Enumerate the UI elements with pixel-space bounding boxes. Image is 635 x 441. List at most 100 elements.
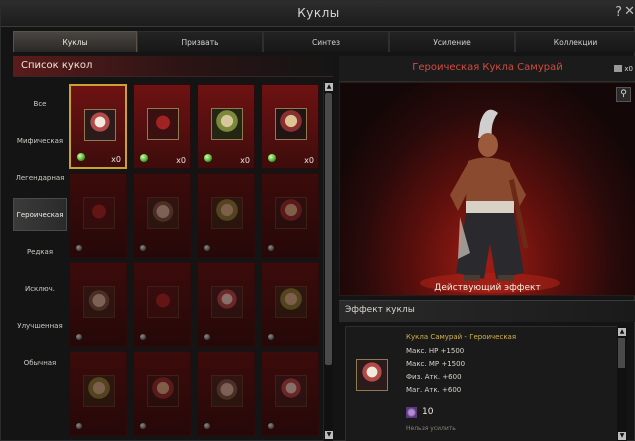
doll-list-header: Список кукол <box>13 56 333 77</box>
doll-portrait <box>147 375 179 407</box>
category-exclusive[interactable]: Исключ. <box>13 272 67 305</box>
gem-icon <box>268 423 274 429</box>
doll-preview: ⚲ Действующий эффект <box>339 82 635 296</box>
doll-portrait <box>275 375 307 407</box>
magnifier-icon[interactable]: ⚲ <box>616 87 631 102</box>
category-rare[interactable]: Редкая <box>13 235 67 268</box>
category-all[interactable]: Все <box>13 87 67 120</box>
gem-icon <box>76 245 82 251</box>
stat-line: Физ. Атк. +600 <box>406 373 462 381</box>
doll-portrait <box>211 197 243 229</box>
doll-detail-panel: Героическая Кукла Самурай x0 ⚲ Действующ… <box>339 56 635 441</box>
stat-line: Макс. MP +1500 <box>406 360 466 368</box>
category-legendary[interactable]: Легендарная <box>13 161 67 194</box>
owned-count: x0 <box>614 65 633 73</box>
doll-portrait <box>211 375 243 407</box>
category-list: Все Мифическая Легендарная Героическая Р… <box>13 87 67 383</box>
gem-icon <box>204 154 212 162</box>
doll-portrait <box>147 286 179 318</box>
owned-count-value: x0 <box>624 65 633 73</box>
doll-list-scrollbar[interactable]: ▲ ▼ <box>323 81 333 441</box>
doll-portrait <box>275 108 307 140</box>
gem-icon <box>204 245 210 251</box>
category-improved[interactable]: Улучшенная <box>13 309 67 342</box>
cannot-enhance-note: Нельзя усилить <box>406 425 456 432</box>
gem-icon <box>140 334 146 340</box>
doll-card-locked[interactable] <box>261 262 319 347</box>
doll-card-locked[interactable] <box>133 351 191 436</box>
doll-count: x0 <box>304 156 314 165</box>
scroll-up-icon[interactable]: ▲ <box>325 83 333 91</box>
scroll-up-icon[interactable]: ▲ <box>618 328 626 336</box>
help-icon[interactable]: ? <box>615 5 622 20</box>
doll-portrait <box>84 109 116 141</box>
gem-icon <box>140 154 148 162</box>
gem-icon <box>77 153 85 161</box>
doll-count: x0 <box>240 156 250 165</box>
doll-grid: x0 x0 x0 x0 <box>69 81 321 441</box>
doll-portrait <box>275 286 307 318</box>
stat-line: Макс. HP +1500 <box>406 347 465 355</box>
doll-count: x0 <box>176 156 186 165</box>
category-mythic[interactable]: Мифическая <box>13 124 67 157</box>
tab-summon[interactable]: Призвать <box>137 31 263 52</box>
doll-card[interactable]: x0 <box>261 84 319 169</box>
doll-effect-title: Эффект куклы <box>345 305 415 315</box>
stat-line: Маг. Атк. +600 <box>406 386 462 394</box>
doll-portrait <box>83 197 115 229</box>
doll-card-locked[interactable] <box>133 173 191 258</box>
doll-name: Героическая Кукла Самурай <box>412 62 563 73</box>
doll-card-locked[interactable] <box>197 262 255 347</box>
level-icon <box>406 407 417 418</box>
scroll-thumb[interactable] <box>618 338 625 368</box>
doll-card-locked[interactable] <box>197 351 255 436</box>
doll-card-locked[interactable] <box>69 351 127 436</box>
doll-portrait <box>211 108 243 140</box>
doll-card-locked[interactable] <box>197 173 255 258</box>
gem-icon <box>76 423 82 429</box>
tab-enhance[interactable]: Усиление <box>389 31 515 52</box>
doll-effect-box: Кукла Самурай - Героическая Макс. HP +15… <box>345 326 622 441</box>
gem-icon <box>140 245 146 251</box>
detail-header: Героическая Кукла Самурай x0 <box>339 56 635 82</box>
doll-portrait <box>83 286 115 318</box>
gem-icon <box>204 334 210 340</box>
doll-card-locked[interactable] <box>69 262 127 347</box>
category-common[interactable]: Обычная <box>13 346 67 379</box>
level-value: 10 <box>422 407 434 417</box>
tab-dolls[interactable]: Куклы <box>13 31 137 52</box>
close-icon[interactable]: ✕ <box>624 4 635 19</box>
scroll-thumb[interactable] <box>325 93 332 365</box>
tab-collections[interactable]: Коллекции <box>515 31 635 52</box>
doll-count: x0 <box>111 155 121 164</box>
doll-card[interactable]: x0 <box>133 84 191 169</box>
doll-portrait <box>356 359 388 391</box>
doll-card-locked[interactable] <box>69 173 127 258</box>
dolls-window: Куклы ? ✕ Куклы Призвать Синтез Усиление… <box>0 0 635 441</box>
effect-scrollbar[interactable]: ▲ ▼ <box>617 326 627 441</box>
scroll-down-icon[interactable]: ▼ <box>618 432 626 440</box>
doll-portrait <box>147 108 179 140</box>
doll-list-title: Список кукол <box>21 60 93 71</box>
doll-card-locked[interactable] <box>261 351 319 436</box>
effect-doll-name: Кукла Самурай - Героическая <box>406 333 517 341</box>
bag-icon <box>614 65 623 72</box>
tab-synthesis[interactable]: Синтез <box>263 31 389 52</box>
category-heroic[interactable]: Героическая <box>13 198 67 231</box>
doll-effect-header: Эффект куклы <box>339 300 635 322</box>
scroll-down-icon[interactable]: ▼ <box>325 431 333 439</box>
doll-portrait <box>83 375 115 407</box>
gem-icon <box>204 423 210 429</box>
doll-card-locked[interactable] <box>133 262 191 347</box>
doll-portrait <box>211 286 243 318</box>
gem-icon <box>76 334 82 340</box>
doll-card[interactable]: x0 <box>69 84 127 169</box>
gem-icon <box>268 334 274 340</box>
gem-icon <box>268 245 274 251</box>
doll-card[interactable]: x0 <box>197 84 255 169</box>
samurai-figure <box>420 109 560 293</box>
doll-card-locked[interactable] <box>261 173 319 258</box>
tab-bar: Куклы Призвать Синтез Усиление Коллекции <box>13 31 635 52</box>
title-bar: Куклы ? ✕ <box>1 1 635 27</box>
doll-portrait <box>147 197 179 229</box>
